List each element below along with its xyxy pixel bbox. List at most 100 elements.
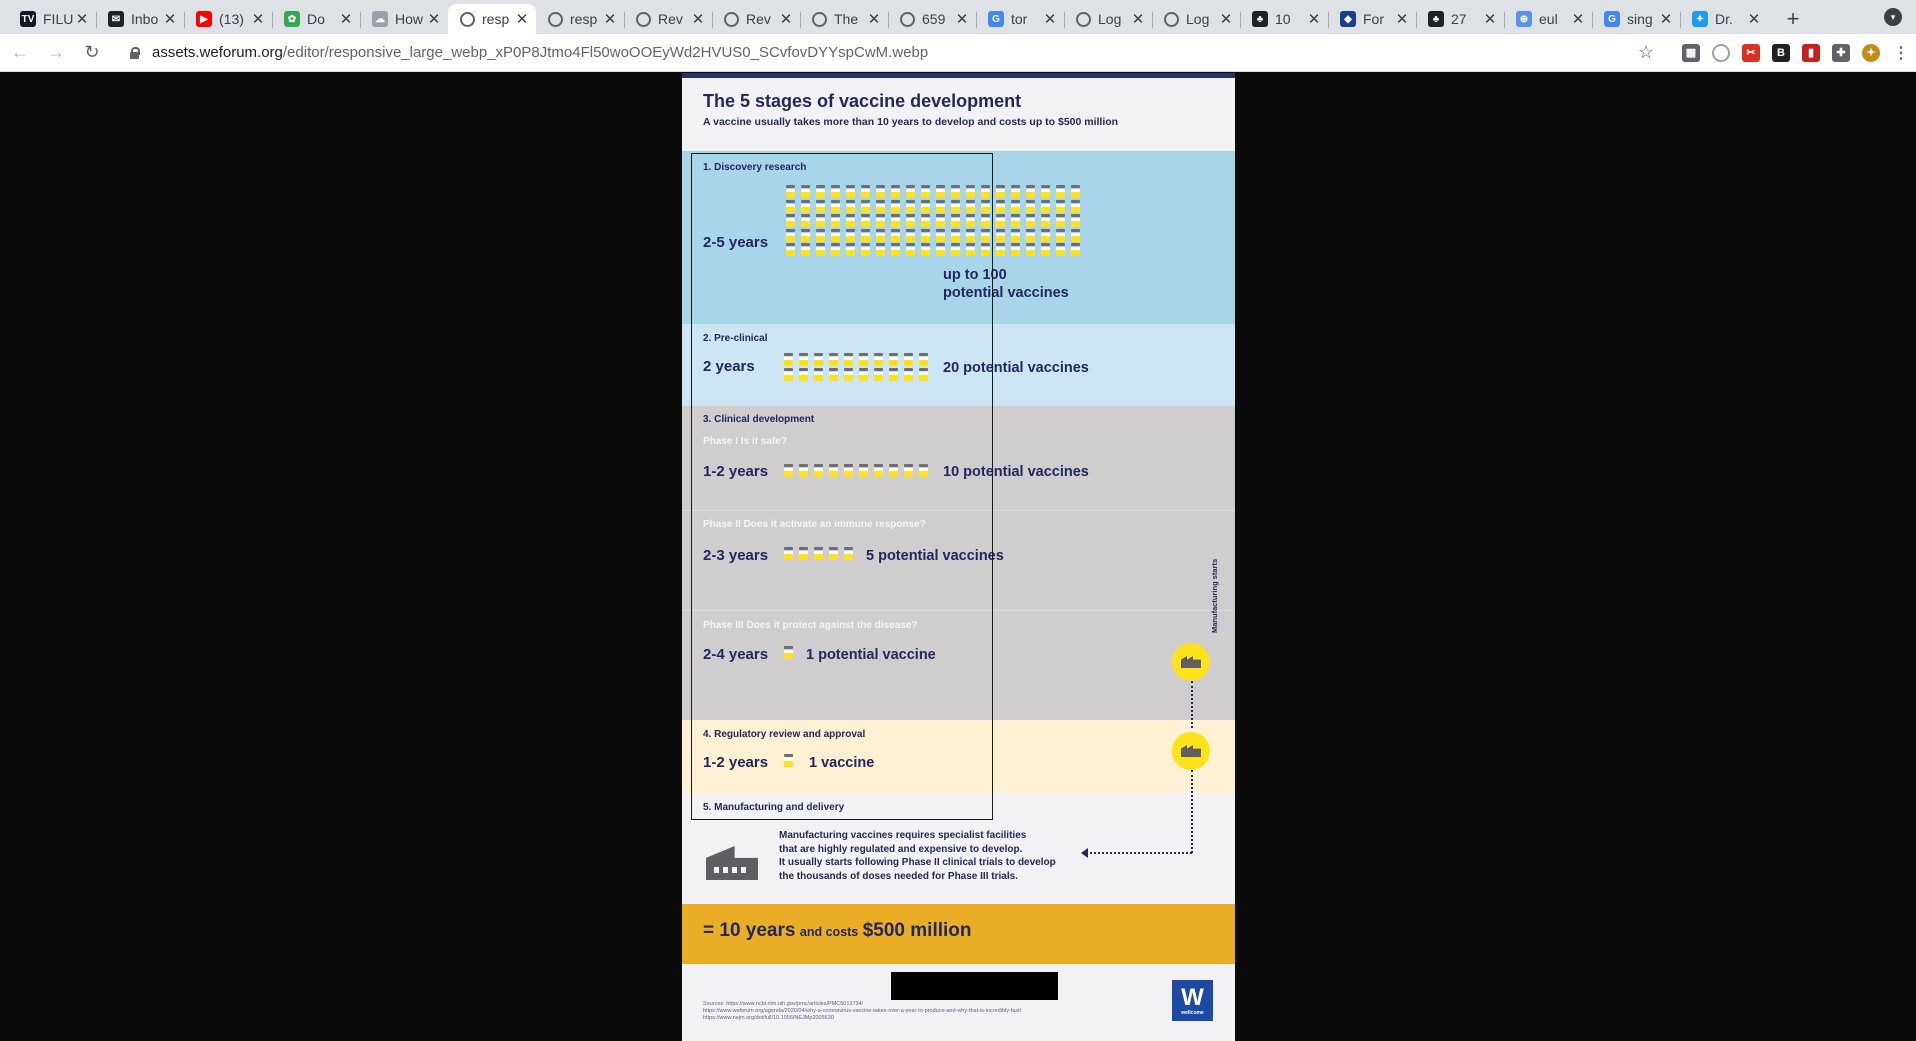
browser-tab[interactable]: resp ✕ xyxy=(448,4,536,34)
vaccine-vial-icon xyxy=(906,243,915,256)
browser-tab[interactable]: TV FILU ✕ xyxy=(8,4,96,34)
reload-button[interactable]: ↻ xyxy=(76,37,108,69)
browser-tab[interactable]: Gsing ✕ xyxy=(1592,4,1680,34)
browser-tab[interactable]: Rev ✕ xyxy=(712,4,800,34)
vaccine-vial-icon xyxy=(1071,243,1080,256)
browser-tab[interactable]: ✉ Inbo ✕ xyxy=(96,4,184,34)
extension-b-icon[interactable]: B xyxy=(1772,43,1790,62)
menu-kebab-icon[interactable]: ⋮ xyxy=(1892,44,1910,62)
browser-tab[interactable]: Log ✕ xyxy=(1152,4,1240,34)
browser-tab[interactable]: ♣ 27 ✕ xyxy=(1416,4,1504,34)
sources: Sources: https://www.ncbi.nlm.nih.gov/pm… xyxy=(703,1001,1021,1022)
tab-close-icon[interactable]: ✕ xyxy=(1658,10,1674,28)
browser-tab[interactable]: ☁ How ✕ xyxy=(360,4,448,34)
leaf-icon: ✿ xyxy=(284,11,300,27)
vaccine-vial-icon xyxy=(904,464,913,477)
browser-tab[interactable]: ✿ Do ✕ xyxy=(272,4,360,34)
tab-close-icon[interactable]: ✕ xyxy=(1306,10,1322,28)
youtube-icon: ▶ xyxy=(196,11,212,27)
globe-icon xyxy=(1076,11,1091,27)
tab-search-icon[interactable]: ▾ xyxy=(1884,8,1902,26)
vaccine-vial-icon xyxy=(784,367,793,381)
browser-tab[interactable]: ◆ For ✕ xyxy=(1328,4,1416,34)
stage1-years: 2-5 years xyxy=(703,234,769,251)
stage5-label: 5. Manufacturing and delivery xyxy=(703,802,845,813)
globe-icon xyxy=(900,11,915,27)
tab-close-icon[interactable]: ✕ xyxy=(690,10,706,28)
vaccine-vial-icon xyxy=(814,367,823,381)
tab-close-icon[interactable]: ✕ xyxy=(1746,10,1762,28)
vaccine-vial-icon xyxy=(891,228,900,242)
record-icon[interactable] xyxy=(1712,43,1730,62)
vaccine-vial-icon xyxy=(1026,214,1035,227)
vaccine-vial-icon xyxy=(966,199,975,213)
vaccine-vial-icon xyxy=(876,214,885,227)
browser-tab[interactable]: ♣ 10 ✕ xyxy=(1240,4,1328,34)
stage5-text-line2: that are highly regulated and expensive … xyxy=(779,843,1023,855)
browser-tab[interactable]: ▶ (13) ✕ xyxy=(184,4,272,34)
tab-close-icon[interactable]: ✕ xyxy=(338,10,354,28)
vaccine-vial-icon xyxy=(919,353,928,366)
vaccine-vial-icon xyxy=(814,353,823,366)
vaccine-vial-icon xyxy=(876,228,885,242)
browser-tab[interactable]: resp ✕ xyxy=(536,4,624,34)
tab-close-icon[interactable]: ✕ xyxy=(514,10,530,28)
vaccine-vial-icon xyxy=(966,243,975,256)
tab-close-icon[interactable]: ✕ xyxy=(866,10,882,28)
browser-tab[interactable]: 659 ✕ xyxy=(888,4,976,34)
vaccine-vial-icon xyxy=(906,199,915,213)
tab-close-icon[interactable]: ✕ xyxy=(1394,10,1410,28)
tab-close-icon[interactable]: ✕ xyxy=(250,10,266,28)
phase3-vials xyxy=(784,646,793,659)
vaccine-vial-icon xyxy=(786,199,795,213)
profile-avatar[interactable]: ✦ xyxy=(1862,43,1880,62)
vaccine-vial-icon xyxy=(799,547,808,560)
source-line-2: https://www.weforum.org/agenda/2020/04/w… xyxy=(703,1008,1022,1014)
vaccine-vial-icon xyxy=(921,199,930,213)
browser-tab[interactable]: Log ✕ xyxy=(1064,4,1152,34)
tab-close-icon[interactable]: ✕ xyxy=(74,10,90,28)
stage3-label: 3. Clinical development xyxy=(703,414,815,425)
qr-code-icon[interactable]: ▦ xyxy=(1682,43,1700,62)
back-button[interactable]: ← xyxy=(4,37,36,69)
vaccine-vial-icon xyxy=(1026,185,1035,198)
extensions-puzzle-icon[interactable]: ✚ xyxy=(1832,43,1850,62)
vaccine-vial-icon xyxy=(859,353,868,366)
vaccine-vial-icon xyxy=(784,754,793,767)
browser-tab[interactable]: Gtor ✕ xyxy=(976,4,1064,34)
tab-title: eul xyxy=(1539,11,1558,27)
vaccine-vial-icon xyxy=(876,199,885,213)
browser-tab[interactable]: ✦ Dr. ✕ xyxy=(1680,4,1768,34)
stage2-label: 2. Pre-clinical xyxy=(703,333,768,344)
tab-close-icon[interactable]: ✕ xyxy=(778,10,794,28)
tab-close-icon[interactable]: ✕ xyxy=(602,10,618,28)
tab-close-icon[interactable]: ✕ xyxy=(1482,10,1498,28)
vaccine-vial-icon xyxy=(861,243,870,256)
forward-button[interactable]: → xyxy=(40,37,72,69)
phase1-question: Phase I Is it safe? xyxy=(703,436,787,447)
extension-red-icon[interactable]: ✂ xyxy=(1742,43,1760,62)
browser-tab[interactable]: ⊕ eul ✕ xyxy=(1504,4,1592,34)
vaccine-vial-icon xyxy=(891,243,900,256)
tab-close-icon[interactable]: ✕ xyxy=(1130,10,1146,28)
vaccine-vial-icon xyxy=(1041,243,1050,256)
vaccine-vial-icon xyxy=(936,199,945,213)
manufacturing-starts-label: Manufacturing starts xyxy=(1210,558,1219,633)
browser-tab[interactable]: The ✕ xyxy=(800,4,888,34)
phase1-vials xyxy=(784,464,928,477)
vaccine-vial-icon xyxy=(784,353,793,366)
new-tab-button[interactable]: + xyxy=(1776,4,1810,34)
tab-close-icon[interactable]: ✕ xyxy=(162,10,178,28)
browser-tab[interactable]: Rev ✕ xyxy=(624,4,712,34)
vaccine-vial-icon xyxy=(801,199,810,213)
extension-book-icon[interactable]: ▮ xyxy=(1802,43,1820,62)
tab-close-icon[interactable]: ✕ xyxy=(1042,10,1058,28)
tab-close-icon[interactable]: ✕ xyxy=(426,10,442,28)
tab-close-icon[interactable]: ✕ xyxy=(954,10,970,28)
tab-close-icon[interactable]: ✕ xyxy=(1218,10,1234,28)
tab-close-icon[interactable]: ✕ xyxy=(1570,10,1586,28)
address-bar[interactable]: assets.weforum.org/editor/responsive_lar… xyxy=(114,38,1654,68)
bookmark-star-icon[interactable]: ☆ xyxy=(1638,42,1654,63)
stage4-label: 4. Regulatory review and approval xyxy=(703,729,866,740)
vaccine-vial-icon xyxy=(861,228,870,242)
